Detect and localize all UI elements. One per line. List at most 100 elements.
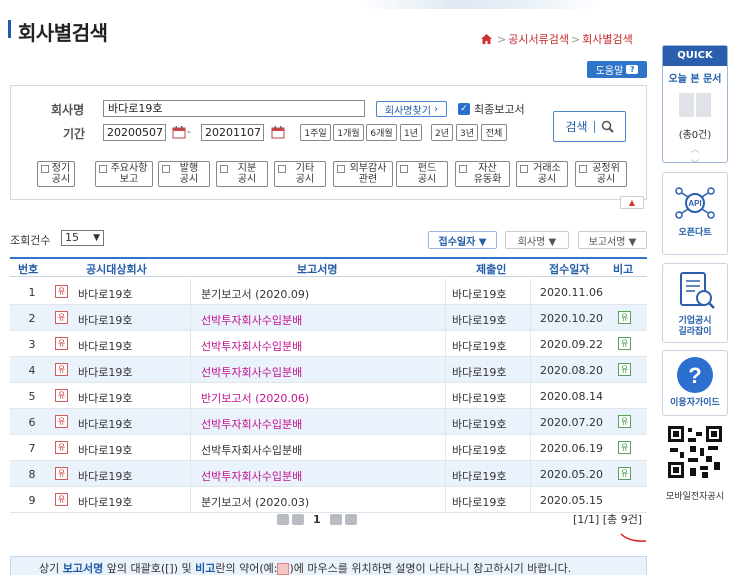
last-page-icon[interactable] [344, 513, 357, 525]
receipt-date: 2020.07.20 [540, 416, 603, 429]
table-row: 3 유 바다로19호 선박투자회사수입분배 바다로19호 2020.09.22 유 [10, 331, 647, 357]
type-audit-button[interactable]: 외부감사 관련 [333, 161, 393, 187]
chevron-down-icon[interactable]: ﹀ [663, 160, 727, 171]
note-badge-icon[interactable]: 유 [618, 467, 631, 480]
report-link[interactable]: 선박투자회사수입분배 [201, 312, 302, 328]
company-link[interactable]: 바다로19호 [78, 286, 132, 302]
find-company-button[interactable]: 회사명찾기 › [376, 101, 447, 117]
divider [190, 357, 191, 383]
type-exchange-button[interactable]: 거래소 공시 [516, 161, 568, 187]
question-icon: ? [677, 357, 713, 393]
calendar-icon[interactable] [172, 125, 186, 139]
notice-text-1: 상기 [39, 562, 63, 575]
type-equity-button[interactable]: 지분 공시 [216, 161, 268, 187]
collapse-button[interactable]: ▲ [620, 196, 644, 209]
row-number: 1 [28, 286, 36, 299]
type-fund-button[interactable]: 펀드 공시 [396, 161, 448, 187]
report-link[interactable]: 선박투자회사수입분배 [201, 416, 302, 432]
period-1month-button[interactable]: 1개월 [333, 124, 364, 141]
book-icon [679, 93, 711, 117]
period-3year-button[interactable]: 3년 [456, 124, 478, 141]
note-badge-icon[interactable]: 유 [618, 415, 631, 428]
market-badge-icon: 유 [55, 493, 68, 506]
type-other-button[interactable]: 기타 공시 [274, 161, 326, 187]
chevron-up-icon[interactable]: ︿ [663, 145, 727, 156]
period-6month-button[interactable]: 6개월 [366, 124, 397, 141]
report-link[interactable]: 선박투자회사수입분배 [201, 468, 302, 484]
abbreviation-example-icon [277, 563, 290, 575]
period-2year-button[interactable]: 2년 [431, 124, 453, 141]
type-major-report-button[interactable]: 주요사항 보고 [95, 161, 153, 187]
report-link[interactable]: 선박투자회사수입분배 [201, 442, 302, 458]
home-icon[interactable] [481, 34, 492, 44]
search-button[interactable]: 검색 [553, 111, 626, 142]
checkbox-empty-icon [400, 165, 408, 173]
report-link[interactable]: 반기보고서 (2020.06) [201, 390, 309, 406]
company-link[interactable]: 바다로19호 [78, 468, 132, 484]
help-button[interactable]: 도움말? [587, 61, 647, 78]
sort-date-button[interactable]: 접수일자 ▼ [428, 231, 497, 249]
row-number: 7 [28, 442, 36, 455]
date-to-input[interactable]: 20201107 [201, 124, 264, 141]
opendart-label: 오픈다트 [678, 228, 712, 238]
submitter: 바다로19호 [452, 444, 507, 457]
divider [190, 305, 191, 331]
report-link[interactable]: 분기보고서 (2020.03) [201, 494, 309, 510]
title-accent-bar [8, 20, 11, 38]
divider [530, 409, 531, 435]
arrow-right-icon: › [434, 103, 439, 115]
svg-text:API: API [688, 199, 701, 208]
type-issuance-button[interactable]: 발행 공시 [158, 161, 210, 187]
divider [190, 435, 191, 461]
company-link[interactable]: 바다로19호 [78, 364, 132, 380]
company-link[interactable]: 바다로19호 [78, 494, 132, 510]
disclosure-guide-link[interactable]: 기업공시 길라잡이 [662, 263, 728, 343]
type-abs-button[interactable]: 자산 유동화 [455, 161, 510, 187]
note-badge-icon[interactable]: 유 [618, 337, 631, 350]
prev-page-icon[interactable] [292, 513, 304, 525]
qr-code-icon[interactable] [666, 424, 724, 480]
period-1year-button[interactable]: 1년 [400, 124, 422, 141]
company-link[interactable]: 바다로19호 [78, 338, 132, 354]
company-link[interactable]: 바다로19호 [78, 390, 132, 406]
first-page-icon[interactable] [277, 513, 289, 525]
table-row: 1 유 바다로19호 분기보고서 (2020.09) 바다로19호 2020.11.06 [10, 279, 647, 305]
next-page-icon[interactable] [329, 513, 342, 525]
current-page[interactable]: 1 [313, 513, 321, 526]
checkbox-empty-icon [337, 165, 345, 173]
divider [530, 305, 531, 331]
report-link[interactable]: 선박투자회사수입분배 [201, 338, 302, 354]
sort-company-button[interactable]: 회사명 ▼ [505, 231, 569, 249]
note-badge-icon[interactable]: 유 [618, 441, 631, 454]
final-report-label: 최종보고서 [474, 103, 525, 116]
receipt-date: 2020.08.14 [540, 390, 603, 403]
company-name-input[interactable]: 바다로19호 [103, 100, 365, 117]
column-header-report: 보고서명 [297, 263, 338, 276]
type-ftc-button[interactable]: 공정위 공시 [575, 161, 627, 187]
period-1week-button[interactable]: 1주일 [300, 124, 331, 141]
report-link[interactable]: 분기보고서 (2020.09) [201, 286, 309, 302]
total-count-info: [1/1] [총 9건] [573, 513, 643, 526]
period-all-button[interactable]: 전체 [481, 124, 507, 141]
divider [190, 331, 191, 357]
count-select[interactable]: 15 ▼ [61, 230, 104, 246]
breadcrumb-item-search[interactable]: 공시서류검색 [508, 33, 569, 46]
calendar-icon[interactable] [271, 125, 285, 139]
date-from-input[interactable]: 20200507 [103, 124, 166, 141]
opendart-link[interactable]: API 오픈다트 [662, 172, 728, 255]
table-header: 번호 공시대상회사 보고서명 제출인 접수일자 비고 [10, 257, 647, 277]
final-report-checkbox[interactable]: ✓ 최종보고서 [458, 101, 525, 117]
company-link[interactable]: 바다로19호 [78, 312, 132, 328]
company-link[interactable]: 바다로19호 [78, 442, 132, 458]
sort-report-button[interactable]: 보고서명 ▼ [578, 231, 647, 249]
company-link[interactable]: 바다로19호 [78, 416, 132, 432]
note-badge-icon[interactable]: 유 [618, 363, 631, 376]
pagination: 1 [277, 512, 357, 526]
table-row: 6 유 바다로19호 선박투자회사수입분배 바다로19호 2020.07.20 유 [10, 409, 647, 435]
user-guide-link[interactable]: ? 이용자가이드 [662, 350, 728, 416]
checkbox-empty-icon [579, 165, 587, 173]
submitter: 바다로19호 [452, 470, 507, 483]
note-badge-icon[interactable]: 유 [618, 311, 631, 324]
report-link[interactable]: 선박투자회사수입분배 [201, 364, 302, 380]
type-periodic-button[interactable]: 정기 공시 [37, 161, 75, 187]
